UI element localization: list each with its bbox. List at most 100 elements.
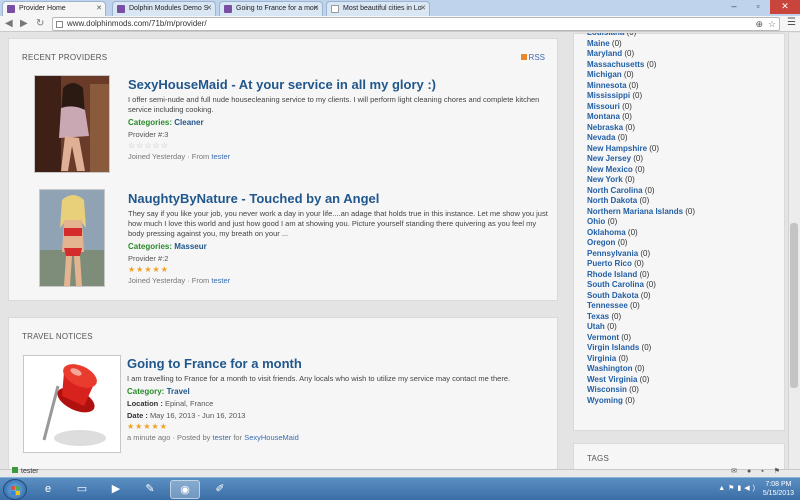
state-count: (0) (611, 38, 622, 48)
minimize-icon[interactable]: – (722, 0, 746, 14)
state-link[interactable]: Massachusetts (587, 60, 644, 69)
state-link[interactable]: Mississippi (587, 91, 630, 100)
system-tray[interactable]: ▲⚑▮◀) (718, 484, 758, 492)
rss-link[interactable]: RSS (520, 53, 545, 62)
window-close-icon[interactable]: ✕ (770, 0, 800, 14)
state-link[interactable]: New York (587, 175, 623, 184)
tab-most-beautiful-cities[interactable]: Most beautiful cities in Lo ✕ (326, 1, 430, 16)
state-item: Rhode Island (0) (587, 270, 695, 281)
category-link[interactable]: Travel (167, 387, 190, 396)
maximize-icon[interactable]: ▫ (746, 0, 770, 14)
state-item: Oregon (0) (587, 238, 695, 249)
tab-provider-home[interactable]: Provider Home ✕ (2, 1, 106, 16)
state-link[interactable]: West Virginia (587, 375, 637, 384)
state-link[interactable]: Virgin Islands (587, 343, 639, 352)
pushpin-image[interactable] (23, 355, 121, 453)
state-link[interactable]: Northern Mariana Islands (587, 207, 683, 216)
state-item: Texas (0) (587, 312, 695, 323)
provider-link[interactable]: SexyHouseMaid (244, 433, 299, 442)
state-item: Maine (0) (587, 39, 695, 50)
state-link[interactable]: New Mexico (587, 165, 633, 174)
taskbar-clock[interactable]: 7:08 PM 5/15/2013 (763, 480, 794, 498)
state-link[interactable]: Washington (587, 364, 632, 373)
state-item: Montana (0) (587, 112, 695, 123)
ie-icon[interactable]: e (33, 480, 63, 499)
state-link[interactable]: Montana (587, 112, 620, 121)
state-link[interactable]: Pennsylvania (587, 249, 638, 258)
state-link[interactable]: New Hampshire (587, 144, 647, 153)
folder-icon[interactable]: ▭ (67, 480, 97, 499)
document-favicon-icon (331, 5, 339, 13)
scrollbar-thumb[interactable] (790, 223, 798, 388)
chrome-icon[interactable]: ◉ (170, 480, 200, 499)
state-count: (0) (646, 59, 657, 69)
state-item: Washington (0) (587, 364, 695, 375)
state-link[interactable]: Oregon (587, 238, 615, 247)
rss-icon (520, 54, 527, 60)
state-item: Northern Mariana Islands (0) (587, 207, 695, 218)
state-link[interactable]: Oklahoma (587, 228, 626, 237)
tab-dolphin-modules[interactable]: Dolphin Modules Demo S ✕ (112, 1, 216, 16)
tab-going-to-france[interactable]: Going to France for a mon ✕ (219, 1, 323, 16)
app-icon[interactable]: ✎ (135, 480, 165, 499)
address-bar[interactable]: www.dolphinmods.com/71b/m/provider/ ⊕ ☆ (52, 17, 780, 31)
notice-title-link[interactable]: Going to France for a month (127, 356, 547, 372)
state-link[interactable]: Maine (587, 39, 610, 48)
state-link[interactable]: North Carolina (587, 186, 643, 195)
state-item: North Dakota (0) (587, 196, 695, 207)
reload-icon[interactable]: ↻ (36, 17, 44, 31)
site-toolbar: tester ✉●▪⚑ (0, 467, 800, 477)
bookmark-star-icon[interactable]: ☆ (768, 18, 776, 30)
state-link[interactable]: Wisconsin (587, 385, 627, 394)
toolbar-icons[interactable]: ✉●▪⚑ (731, 467, 790, 475)
close-tab-icon[interactable]: ✕ (206, 2, 212, 16)
close-tab-icon[interactable]: ✕ (420, 2, 426, 16)
state-link[interactable]: Michigan (587, 70, 622, 79)
state-link[interactable]: Virginia (587, 354, 616, 363)
state-link[interactable]: Puerto Rico (587, 259, 632, 268)
state-link[interactable]: Louisiana (587, 33, 624, 37)
account-menu[interactable]: tester (12, 467, 39, 475)
state-link[interactable]: Ohio (587, 217, 605, 226)
category-link[interactable]: Cleaner (174, 118, 203, 127)
state-link[interactable]: Maryland (587, 49, 622, 58)
start-button[interactable] (3, 479, 27, 500)
provider-photo[interactable] (34, 75, 110, 173)
author-link[interactable]: tester (211, 152, 230, 161)
provider-category: Categories: Masseur (128, 242, 207, 251)
state-link[interactable]: Utah (587, 322, 605, 331)
state-link[interactable]: North Dakota (587, 196, 637, 205)
state-link[interactable]: Rhode Island (587, 270, 637, 279)
state-link[interactable]: Vermont (587, 333, 619, 342)
state-link[interactable]: Nebraska (587, 123, 623, 132)
forward-icon[interactable]: ▶ (20, 17, 28, 31)
provider-description: They say if you like your job, you never… (128, 209, 548, 238)
author-link[interactable]: tester (211, 276, 230, 285)
state-link[interactable]: South Dakota (587, 291, 639, 300)
tab-title: Dolphin Modules Demo S (129, 5, 209, 12)
clock-date: 5/15/2013 (762, 490, 794, 497)
close-tab-icon[interactable]: ✕ (96, 2, 102, 16)
category-link[interactable]: Masseur (174, 242, 206, 251)
state-link[interactable]: Minnesota (587, 81, 627, 90)
provider-photo[interactable] (39, 189, 105, 287)
state-link[interactable]: Wyoming (587, 396, 623, 405)
state-link[interactable]: South Carolina (587, 280, 644, 289)
state-link[interactable]: New Jersey (587, 154, 631, 163)
state-link[interactable]: Texas (587, 312, 609, 321)
state-count: (0) (607, 322, 617, 331)
paint-icon[interactable]: ✐ (205, 480, 235, 499)
close-tab-icon[interactable]: ✕ (313, 2, 319, 16)
state-count: (0) (627, 33, 637, 37)
zoom-icon[interactable]: ⊕ (755, 18, 763, 30)
author-link[interactable]: tester (212, 433, 231, 442)
state-link[interactable]: Tennessee (587, 301, 628, 310)
state-link[interactable]: Missouri (587, 102, 620, 111)
provider-title-link[interactable]: NaughtyByNature - Touched by an Angel (128, 191, 548, 207)
state-link[interactable]: Nevada (587, 133, 615, 142)
back-icon[interactable]: ◀ (5, 17, 13, 31)
media-player-icon[interactable]: ▶ (101, 480, 131, 499)
provider-title-link[interactable]: SexyHouseMaid - At your service in all m… (128, 77, 548, 93)
rating-stars: ★★★★★ (128, 265, 169, 274)
browser-menu-icon[interactable]: ☰ (787, 17, 796, 28)
